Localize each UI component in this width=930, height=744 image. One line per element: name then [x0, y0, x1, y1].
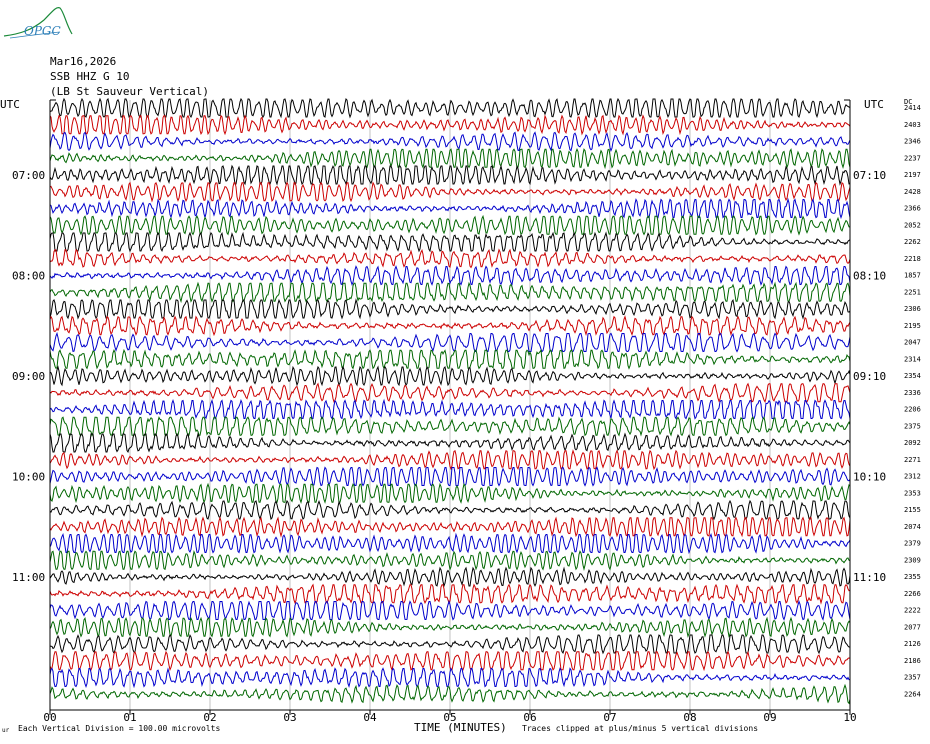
dc-offset-label: 2206	[904, 406, 921, 414]
dc-offset-label: 2309	[904, 556, 921, 564]
dc-offset-label: 2314	[904, 355, 921, 363]
dc-offset-label: 2237	[904, 154, 921, 162]
clipping-note: Traces clipped at plus/minus 5 vertical …	[522, 724, 759, 733]
dc-offset-label: 2218	[904, 255, 921, 263]
dc-offset-label: 2354	[904, 372, 921, 380]
right-utc-title: UTC	[864, 98, 884, 111]
dc-offset-label: 2077	[904, 623, 921, 631]
x-tick-label: 01	[123, 711, 136, 724]
dc-offset-label: 2271	[904, 456, 921, 464]
dc-offset-label: 2222	[904, 607, 921, 615]
dc-offset-label: 2306	[904, 305, 921, 313]
x-tick-label: 02	[203, 711, 216, 724]
right-time-label: 07:10	[853, 169, 886, 182]
x-tick-label: 06	[523, 711, 536, 724]
dc-offset-label: 2336	[904, 389, 921, 397]
x-axis-title: TIME (MINUTES)	[414, 721, 507, 734]
dc-offset-label: 2428	[904, 188, 921, 196]
dc-offset-label: 2197	[904, 171, 921, 179]
right-time-label: 09:10	[853, 370, 886, 383]
dc-offset-label: 2074	[904, 523, 921, 531]
x-tick-label: 03	[283, 711, 296, 724]
dc-offset-label: 2375	[904, 422, 921, 430]
dc-offset-label: 2355	[904, 573, 921, 581]
dc-offset-label: 2251	[904, 288, 921, 296]
dc-offset-label: 2403	[904, 121, 921, 129]
x-tick-label: 04	[363, 711, 377, 724]
right-time-label: 11:10	[853, 571, 886, 584]
dc-offset-label: 2186	[904, 657, 921, 665]
dc-offset-label: 2357	[904, 674, 921, 682]
dc-offset-label: 2353	[904, 489, 921, 497]
dc-offset-label: 2195	[904, 322, 921, 330]
dc-offset-label: 2262	[904, 238, 921, 246]
left-time-label: 10:00	[12, 471, 45, 484]
x-tick-label: 09	[763, 711, 776, 724]
left-time-label: 09:00	[12, 370, 45, 383]
left-time-label: 11:00	[12, 571, 45, 584]
x-tick-label: 10	[843, 711, 856, 724]
left-utc-title: UTC	[0, 98, 20, 111]
dc-offset-label: 2264	[904, 690, 921, 698]
right-time-label: 08:10	[853, 270, 886, 283]
x-tick-label: 00	[43, 711, 56, 724]
x-tick-label: 07	[603, 711, 616, 724]
dc-offset-label: 2092	[904, 439, 921, 447]
footer-mark: ur	[2, 727, 10, 734]
dc-scale-title: DC	[904, 98, 912, 106]
dc-offset-label: 2346	[904, 138, 921, 146]
x-tick-label: 08	[683, 711, 696, 724]
helicorder-chart: 2414240323462237219724282366205222622218…	[0, 97, 921, 724]
dc-offset-label: 2312	[904, 473, 921, 481]
dc-offset-label: 2366	[904, 205, 921, 213]
vertical-division-note: Each Vertical Division = 100.00 microvol…	[18, 724, 221, 733]
dc-offset-label: 2047	[904, 339, 921, 347]
dc-offset-label: 2266	[904, 590, 921, 598]
left-time-label: 07:00	[12, 169, 45, 182]
right-time-label: 10:10	[853, 471, 886, 484]
left-time-label: 08:00	[12, 270, 45, 283]
dc-offset-label: 2155	[904, 506, 921, 514]
dc-offset-label: 2126	[904, 640, 921, 648]
dc-offset-label: 2379	[904, 540, 921, 548]
dc-offset-label: 1857	[904, 272, 921, 280]
dc-offset-label: 2052	[904, 221, 921, 229]
